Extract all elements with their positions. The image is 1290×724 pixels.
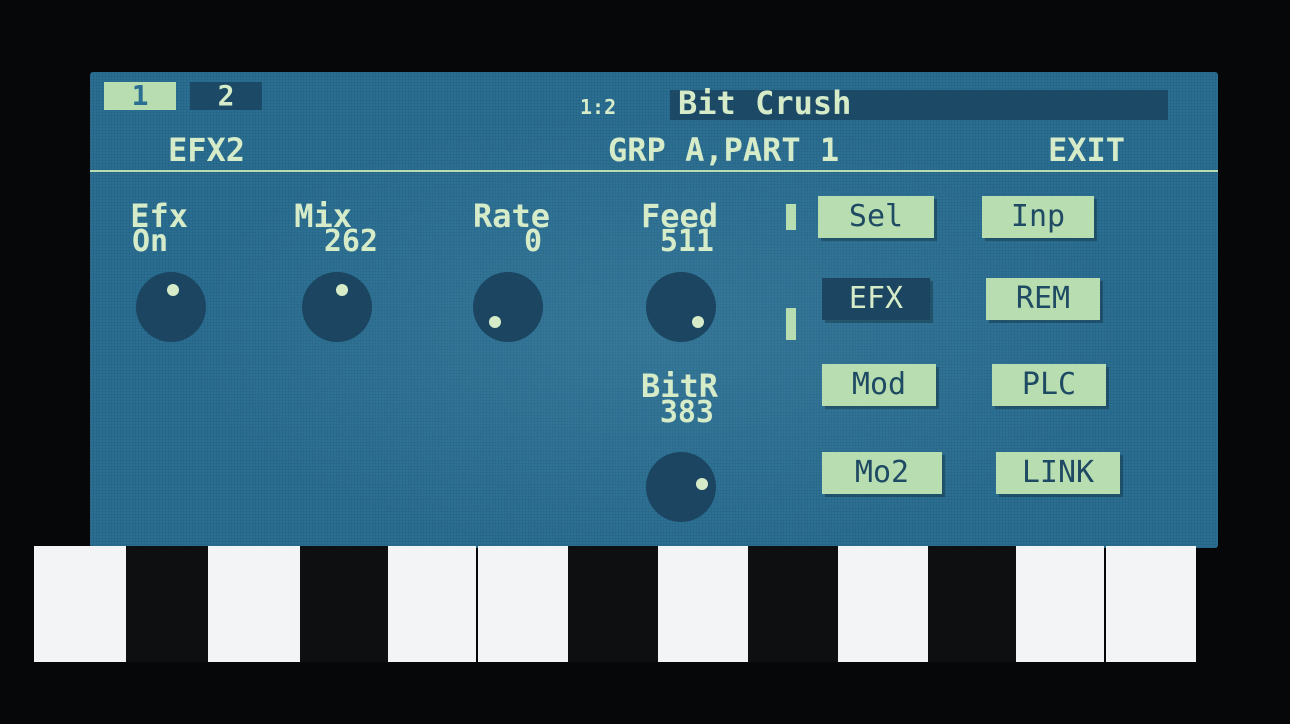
inp-button[interactable]: Inp [982,196,1094,238]
key-12[interactable] [1016,546,1104,662]
param-value-mix: 262 [323,224,378,259]
param-value-rate: 0 [523,224,542,259]
page-tab-2[interactable]: 2 [190,82,262,110]
group-part-label: GRP A,PART 1 [608,131,840,169]
level-indicator-bottom [786,308,796,340]
sel-button[interactable]: Sel [818,196,934,238]
key-strip [34,546,1196,662]
title-prefix: 1:2 [580,95,617,119]
key-13[interactable] [1106,546,1196,662]
bitr-knob-icon[interactable] [646,452,716,522]
efx-button[interactable]: EFX [822,278,930,320]
level-indicator-top [786,204,796,230]
param-value-feed: 511 [659,224,714,259]
key-9[interactable] [748,546,838,662]
key-1[interactable] [34,546,126,662]
efx-knob-icon[interactable] [136,272,206,342]
key-10[interactable] [838,546,928,662]
param-value-bitr: 383 [659,395,714,430]
key-6[interactable] [478,546,568,662]
exit-button[interactable]: EXIT [1048,134,1125,166]
lcd-screen: 1 2 1:2 Bit Crush EFX2 GRP A,PART 1 EXIT… [90,72,1218,548]
key-8[interactable] [658,546,748,662]
mod-button[interactable]: Mod [822,364,936,406]
rate-knob-icon[interactable] [473,272,543,342]
key-11[interactable] [928,546,1016,662]
page-tab-1[interactable]: 1 [104,82,176,110]
key-3[interactable] [208,546,300,662]
effect-slot-label: EFX2 [168,131,246,169]
key-7[interactable] [568,546,658,662]
header-divider [90,170,1218,172]
key-5[interactable] [388,546,476,662]
page-title: Bit Crush [678,84,852,122]
key-2[interactable] [126,546,208,662]
mix-knob-icon[interactable] [302,272,372,342]
mo2-button[interactable]: Mo2 [822,452,942,494]
link-button[interactable]: LINK [996,452,1120,494]
rem-button[interactable]: REM [986,278,1100,320]
key-4[interactable] [300,546,388,662]
plc-button[interactable]: PLC [992,364,1106,406]
param-value-efx: On [132,224,169,259]
feed-knob-icon[interactable] [646,272,716,342]
